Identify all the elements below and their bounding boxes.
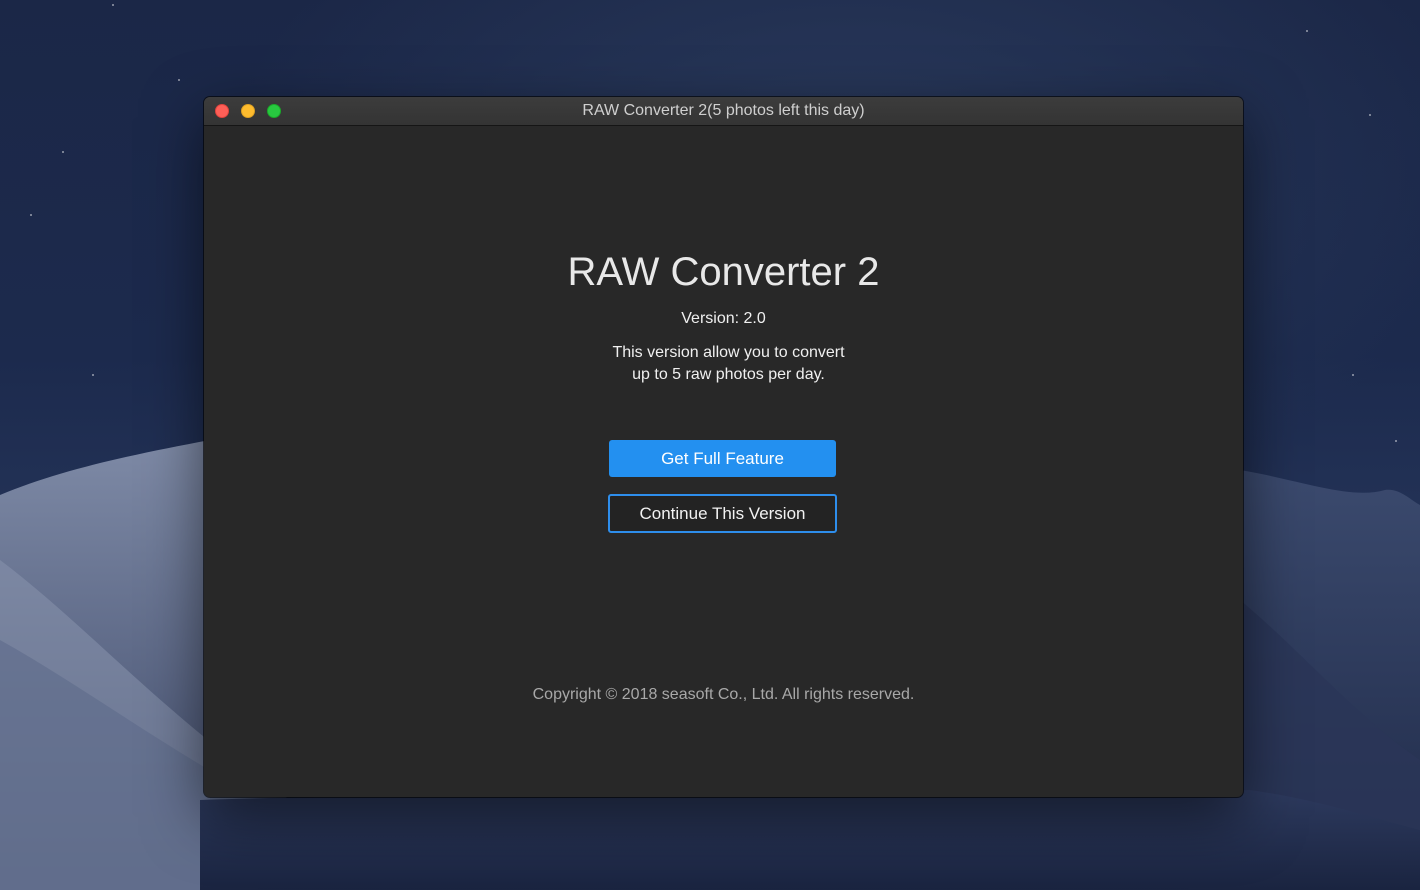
description-line: This version allow you to convert bbox=[612, 344, 845, 361]
title-bar[interactable]: RAW Converter 2(5 photos left this day) bbox=[204, 97, 1243, 126]
get-full-feature-button[interactable]: Get Full Feature bbox=[609, 440, 836, 477]
version-label: Version: 2.0 bbox=[681, 310, 766, 327]
app-name-heading: RAW Converter 2 bbox=[567, 250, 880, 294]
app-window: RAW Converter 2(5 photos left this day) … bbox=[204, 97, 1243, 797]
window-title: RAW Converter 2(5 photos left this day) bbox=[582, 102, 865, 119]
about-panel: RAW Converter 2 Version: 2.0 This versio… bbox=[204, 126, 1243, 797]
description-line: up to 5 raw photos per day. bbox=[632, 366, 825, 383]
continue-this-version-button[interactable]: Continue This Version bbox=[608, 494, 837, 533]
description-text: This version allow you to convert up to … bbox=[204, 342, 1243, 386]
copyright-text: Copyright © 2018 seasoft Co., Ltd. All r… bbox=[532, 686, 915, 703]
desktop-background: RAW Converter 2(5 photos left this day) … bbox=[0, 0, 1420, 890]
